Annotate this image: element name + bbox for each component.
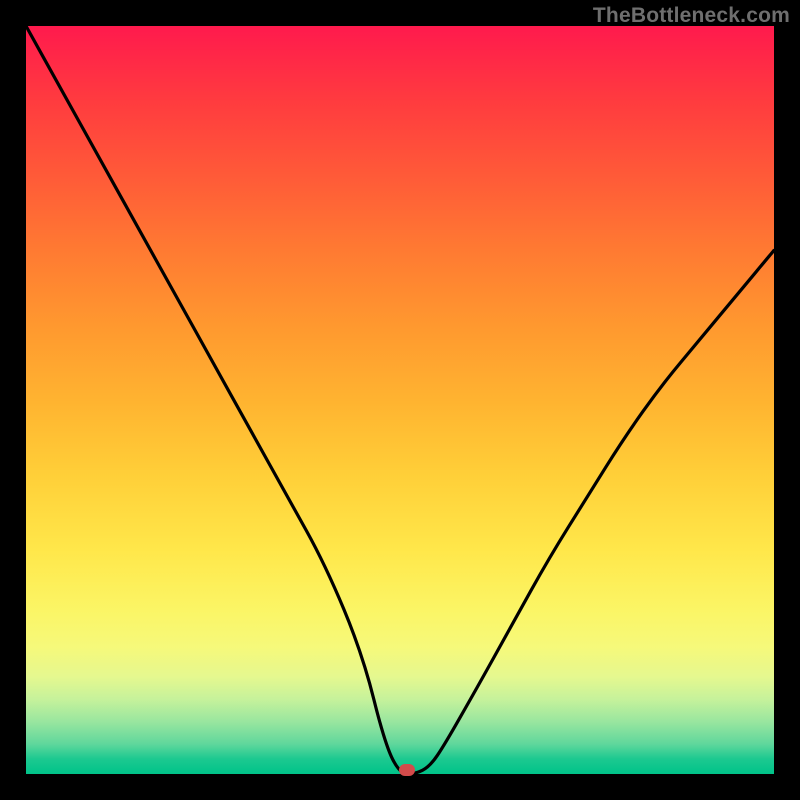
bottleneck-curve [26,26,774,774]
plot-area [26,26,774,774]
chart-frame: TheBottleneck.com [0,0,800,800]
branding-label: TheBottleneck.com [593,4,790,28]
minimum-marker [399,764,415,776]
